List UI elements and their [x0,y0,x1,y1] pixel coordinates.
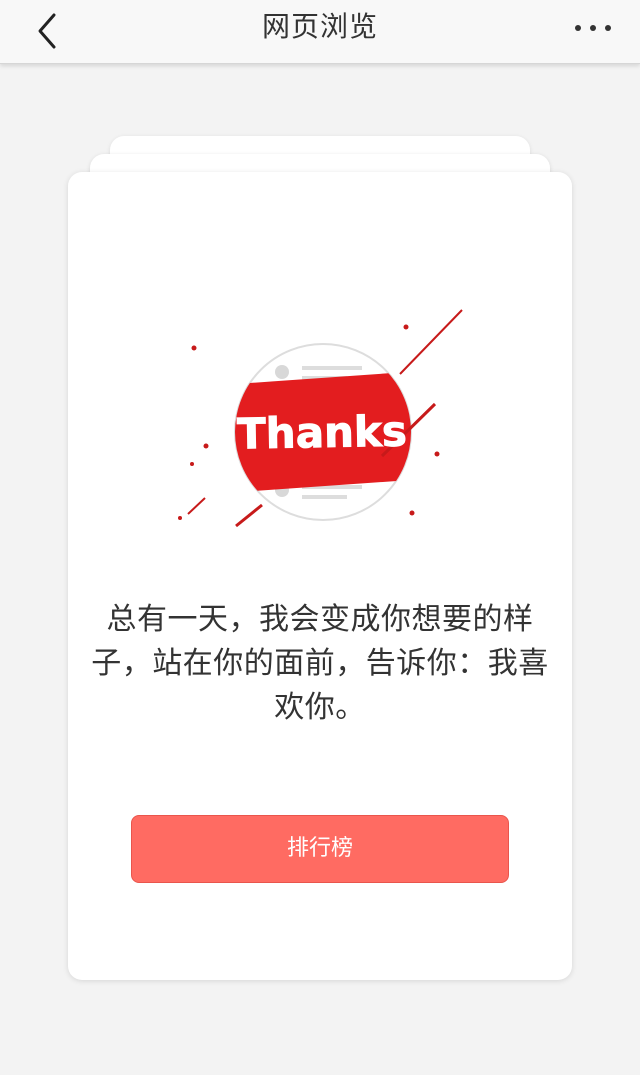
list-line [302,366,362,370]
dot [190,462,194,466]
top-bar: 网页浏览 [0,0,640,64]
leaderboard-button[interactable]: 排行榜 [131,815,509,883]
dot [191,345,197,351]
thanks-text: Thanks [237,407,408,459]
dot [403,324,409,330]
card-message: 总有一天，我会变成你想要的样子，站在你的面前，告诉你：我喜欢你。 [91,602,549,725]
dot [203,443,209,449]
more-dots-icon [575,25,611,31]
page-title: 网页浏览 [261,10,378,43]
diagonal-line [399,309,463,375]
diagonal-line [187,497,206,515]
more-button[interactable] [566,6,620,50]
dot [178,516,182,520]
dot [409,510,415,516]
list-line [302,495,347,499]
thanks-illustration: Thanks [178,309,463,528]
diagonal-line [235,503,263,528]
check-icon-top [275,365,289,379]
dot [434,451,440,457]
diagonal-line [200,510,238,518]
